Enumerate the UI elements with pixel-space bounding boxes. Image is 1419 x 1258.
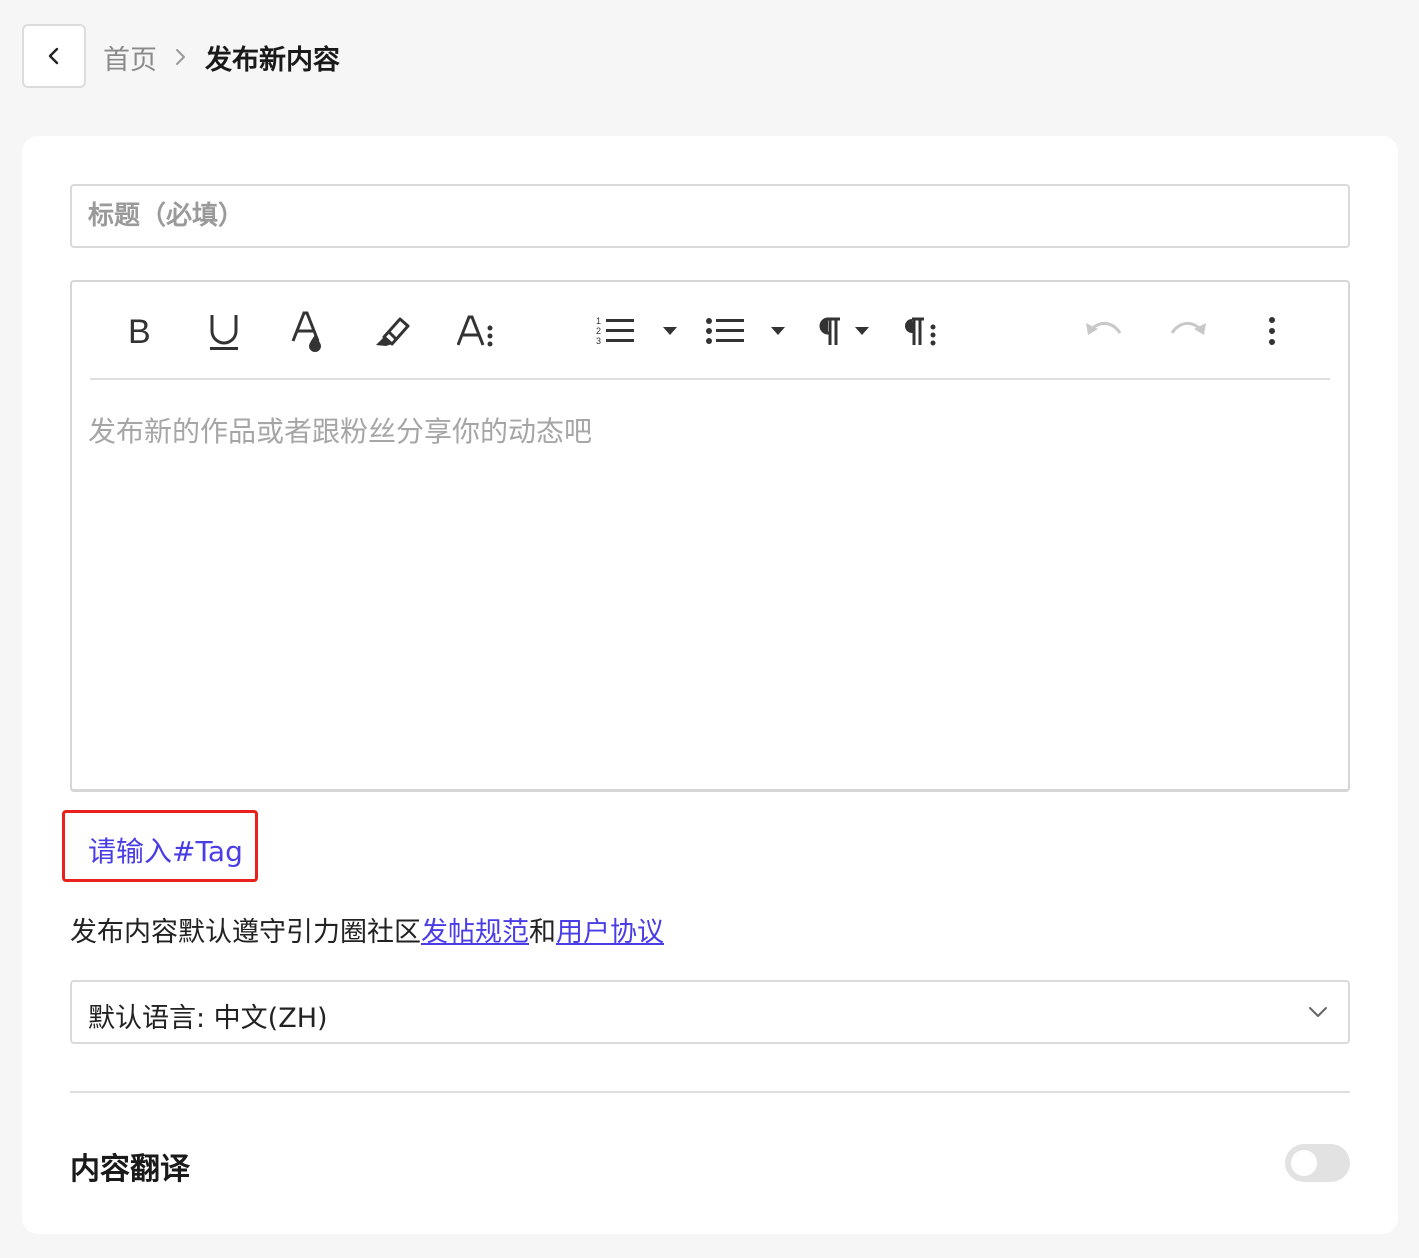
redo-icon[interactable] [1166,306,1210,356]
svg-text:1: 1 [596,316,601,326]
translation-label: 内容翻译 [70,1152,190,1187]
chevron-right-icon [157,46,205,68]
rich-text-editor: B 1 2 3 发布新的作品或者跟粉丝分享你的动态吧 [70,280,1350,792]
more-icon[interactable] [1258,306,1286,356]
svg-text:2: 2 [596,326,601,336]
unordered-list-icon[interactable] [704,306,748,356]
user-agreement-link[interactable]: 用户协议 [556,917,664,948]
paragraph-format-icon[interactable] [898,306,942,356]
title-input[interactable] [70,184,1350,248]
chevron-down-icon [1309,1007,1327,1017]
paragraph-icon[interactable] [812,306,846,356]
svg-text:B: B [128,315,151,347]
agreement-prefix: 发布内容默认遵守引力圈社区 [70,917,421,948]
breadcrumb: 首页 发布新内容 [103,36,340,78]
underline-icon[interactable] [204,306,244,356]
undo-icon[interactable] [1082,306,1126,356]
font-size-icon[interactable] [454,306,498,356]
paragraph-dropdown-icon[interactable] [850,306,874,356]
svg-text:3: 3 [596,336,601,346]
post-form-card: B [22,136,1398,1234]
ordered-list-dropdown-icon[interactable] [658,306,682,356]
bold-icon[interactable]: B [120,306,160,356]
tag-input[interactable]: 请输入#Tag [88,830,243,870]
font-color-icon[interactable] [288,306,328,356]
posting-rules-link[interactable]: 发帖规范 [421,917,529,948]
editor-placeholder: 发布新的作品或者跟粉丝分享你的动态吧 [88,415,593,448]
unordered-list-dropdown-icon[interactable] [766,306,790,356]
chevron-left-icon [48,47,59,65]
editor-toolbar: B 1 2 3 [90,282,1330,380]
agreement-notice: 发布内容默认遵守引力圈社区发帖规范和用户协议 [70,910,664,949]
editor-content-area[interactable]: 发布新的作品或者跟粉丝分享你的动态吧 [88,410,592,450]
back-button[interactable] [22,24,86,88]
divider [70,1091,1350,1093]
ordered-list-icon[interactable]: 1 2 3 [594,306,638,356]
page-title: 发布新内容 [205,44,340,76]
language-select[interactable]: 默认语言: 中文(ZH) [70,980,1350,1044]
language-select-value: 默认语言: 中文(ZH) [88,1003,328,1034]
highlight-icon[interactable] [370,306,414,356]
agreement-mid: 和 [529,917,556,948]
top-bar: 首页 发布新内容 [0,0,1419,120]
breadcrumb-home[interactable]: 首页 [103,38,157,77]
toggle-knob [1291,1150,1317,1176]
translation-toggle[interactable] [1285,1144,1350,1182]
